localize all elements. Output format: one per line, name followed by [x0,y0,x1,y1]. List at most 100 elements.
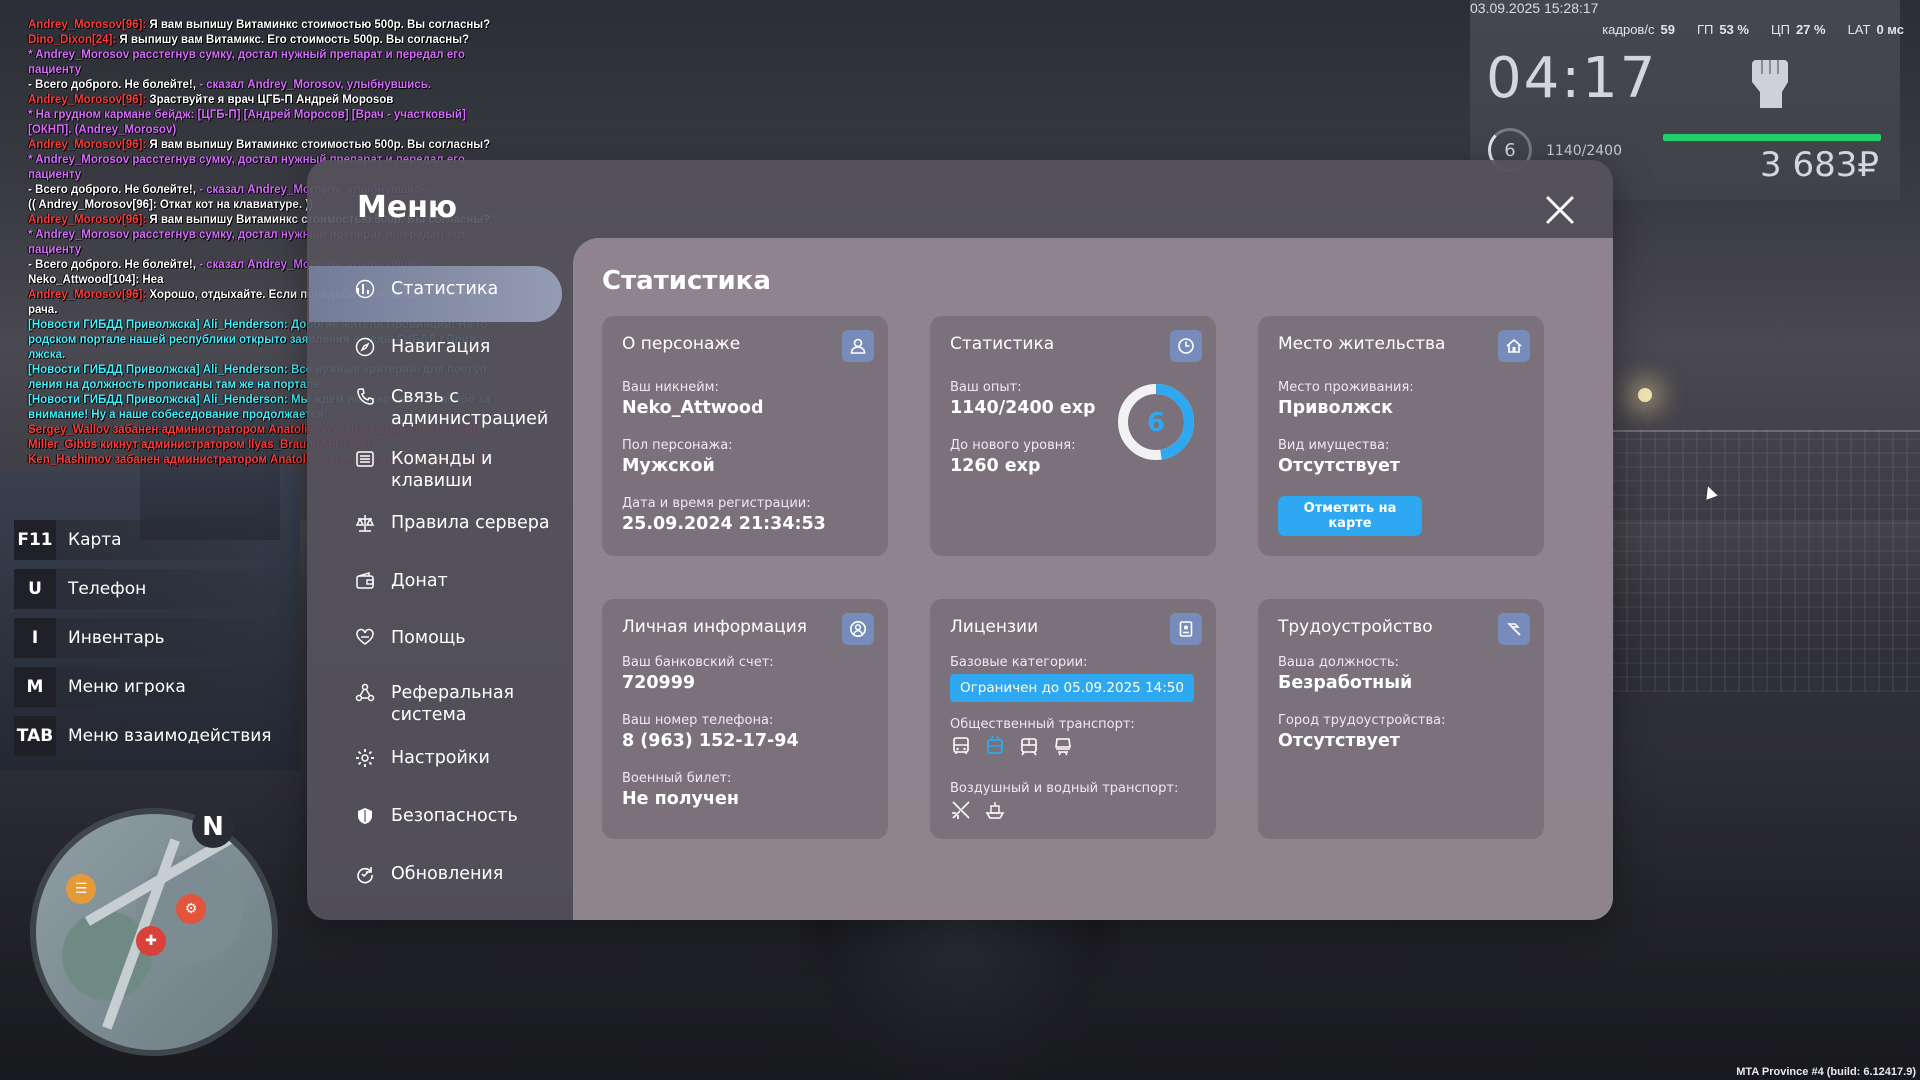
public-transport-label: Общественный транспорт: [950,717,1135,732]
card-character: О персонаже Ваш никнейм: Neko_Attwood По… [602,316,888,556]
keybind-row: U Телефон [14,569,304,609]
next-level-value: 1260 exp [950,456,1041,476]
keybind-label: Меню взаимодействия [68,726,272,746]
chat-line: Andrey_Morosov[96]: Я вам выпишу Витамин… [28,18,508,33]
hammer-icon [1498,613,1530,645]
keybind-row: I Инвентарь [14,618,304,658]
close-button[interactable] [1540,190,1580,230]
fist-icon [1752,60,1788,108]
chat-segment: Andrey_Morosov[96]: [28,19,147,31]
employment-city-label: Город трудоустройства: [1278,713,1446,728]
position-label: Ваша должность: [1278,655,1400,670]
hud-clock: 04:17 [1486,46,1658,111]
network-icon [355,683,375,702]
plane-icon [952,801,970,819]
sidebar-item-label: Безопасность [391,806,518,826]
registration-value: 25.09.2024 21:34:53 [622,514,826,534]
sidebar-item-label: Связь с администрацией [391,387,549,429]
chart-icon [355,279,375,299]
sidebar-item-4[interactable]: Команды и клавиши [355,448,565,492]
chat-segment: * Andrey_Morosov расстегнув сумку, доста… [28,49,465,76]
sidebar-item-label: Навигация [391,337,491,357]
nickname-value: Neko_Attwood [622,398,764,418]
card-title: Статистика [950,334,1055,354]
sidebar-item-label: Обновления [391,864,504,884]
chat-segment: - Всего доброго. Не болейте!, [28,79,200,91]
sidebar-item-label: Реферальная система [391,683,515,725]
chat-segment: Neko_Attwood[104]: Неа [28,274,164,286]
sidebar-item-10[interactable]: Безопасность [355,805,565,827]
sidebar-item-8[interactable]: Реферальная система [355,682,565,726]
gender-value: Мужской [622,456,715,476]
base-categories-label: Базовые категории: [950,655,1088,670]
keybind-key: U [14,569,56,609]
chat-segment: Я вам выпишу Витаминкс стоимостью 500р. … [146,139,491,151]
phone-icon [357,388,374,405]
sidebar-item-5[interactable]: Правила сервера [355,512,565,534]
position-value: Безработный [1278,673,1413,693]
background-streetlight [1638,388,1652,402]
chat-line: Andrey_Morosov[96]: Я вам выпишу Витамин… [28,138,508,153]
sidebar-item-11[interactable]: Обновления [355,863,565,885]
chat-segment: Andrey_Morosov[96]: [28,94,147,106]
mark-on-map-button[interactable]: Отметить на карте [1278,496,1422,536]
keybind-key: TAB [14,716,56,756]
sidebar-item-6[interactable]: Донат [355,570,565,592]
close-icon [1546,196,1574,224]
air-water-transport-icons [950,799,1006,821]
wallet-icon [356,571,374,589]
chat-segment: Зраствуйте я врач ЦГБ-П Андрей Морosов [146,94,394,106]
hud-health-bar [1663,134,1881,141]
exp-label: Ваш опыт: [950,380,1022,395]
gear-icon [356,749,374,767]
user-icon [842,330,874,362]
nickname-label: Ваш никнейм: [622,380,719,395]
sidebar-item-label: Донат [391,571,448,591]
card-employment: Трудоустройство Ваша должность: Безработ… [1258,599,1544,839]
sidebar-item-1[interactable]: Статистика [355,278,565,300]
sidebar-item-label: Статистика [391,279,499,299]
hud-perf-stats: кадров/с 59 ГП 53 % ЦП 27 % LAT 0 мс [1602,22,1904,37]
card-licenses: Лицензии Базовые категории: Ограничен до… [930,599,1216,839]
sidebar-item-2[interactable]: Навигация [355,336,565,358]
air-water-transport-label: Воздушный и водный транспорт: [950,781,1179,796]
chat-segment: Dino_Dixon[24]: [28,34,117,46]
hud-fps: кадров/с 59 [1602,22,1675,37]
keybind-label: Телефон [68,579,147,599]
employment-city-value: Отсутствует [1278,731,1400,751]
card-statistics: Статистика Ваш опыт: 1140/2400 exp До но… [930,316,1216,556]
minimap: ☰ ⚙ ✚ [30,808,278,1056]
keybind-label: Инвентарь [68,628,165,648]
chat-segment: Andrey_Morosov[96]: [28,289,147,301]
card-residence: Место жительства Место проживания: Приво… [1258,316,1544,556]
exp-value: 1140/2400 exp [950,398,1096,418]
hud-lat: LAT 0 мс [1847,22,1904,37]
keybind-key: F11 [14,520,56,560]
sidebar-item-7[interactable]: Помощь [355,627,565,649]
keyboard-icon [356,451,374,467]
residence-value: Приволжск [1278,398,1394,418]
chat-segment: - Всего доброго. Не болейте!, [28,184,200,196]
sidebar-item-9[interactable]: Настройки [355,747,565,769]
heart-hand-icon [356,628,374,645]
bank-value: 720999 [622,673,696,693]
content-title: Статистика [602,266,771,296]
hud-cpu: ЦП 27 % [1770,22,1826,37]
shield-icon [358,808,372,824]
map-blip-icon: ⚙ [176,894,206,924]
residence-label: Место проживания: [1278,380,1414,395]
id-card-icon [1170,613,1202,645]
metro-icon [1055,738,1071,756]
phone-label: Ваш номер телефона: [622,713,774,728]
sidebar-item-3[interactable]: Связь с администрацией [355,386,565,430]
chat-line: Andrey_Morosov[96]: Зраствуйте я врач ЦГ… [28,93,508,108]
level-number: 6 [1147,408,1165,438]
card-personal-info: Личная информация Ваш банковский счет: 7… [602,599,888,839]
chat-segment: * На грудном кармане бейдж: [ЦГБ-П] [Анд… [28,109,466,136]
trolleybus-icon [987,735,1003,754]
sidebar-item-label: Правила сервера [391,513,550,533]
bank-label: Ваш банковский счет: [622,655,774,670]
compass-icon [355,337,375,357]
chat-segment: - Всего доброго. Не болейте!, [28,259,200,271]
card-title: Трудоустройство [1278,617,1433,637]
